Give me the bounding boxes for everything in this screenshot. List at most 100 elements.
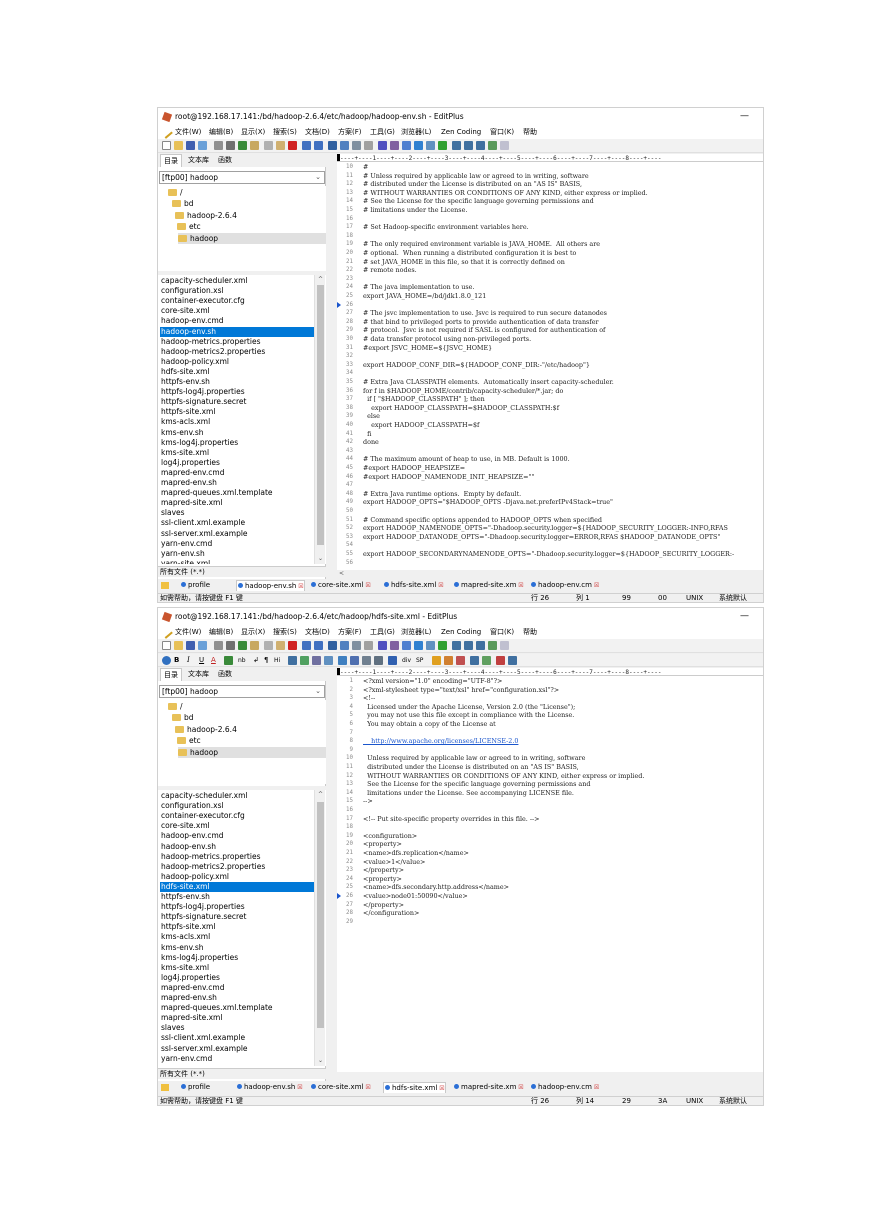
toolbar-more-icon[interactable] <box>508 656 517 665</box>
tree-node-hadoop-2.6.4[interactable]: hadoop-2.6.4 <box>175 724 237 735</box>
menu-file[interactable]: 文件(W) <box>175 625 201 639</box>
preview-icon[interactable] <box>470 656 479 665</box>
file-list-item[interactable]: yarn-env.cmd <box>160 1054 323 1064</box>
file-list-item[interactable]: hadoop-env.sh <box>160 842 323 852</box>
file-list-item[interactable]: hadoop-policy.xml <box>160 357 323 367</box>
cut-icon[interactable] <box>250 641 259 650</box>
menu-browser[interactable]: 浏览器(L) <box>401 125 431 139</box>
menu-search[interactable]: 搜索(S) <box>273 625 297 639</box>
heading-button[interactable]: Hi <box>274 654 280 667</box>
menu-edit[interactable]: 编辑(B) <box>209 125 233 139</box>
validate-icon[interactable] <box>482 656 491 665</box>
close-tab-icon[interactable]: ☒ <box>296 583 303 590</box>
check-icon[interactable] <box>438 141 447 150</box>
font-icon[interactable] <box>378 141 387 150</box>
file-list-item[interactable]: log4j.properties <box>160 458 323 468</box>
file-list-item[interactable]: configuration.xsl <box>160 286 323 296</box>
doc-tab[interactable]: profile <box>180 580 210 591</box>
doc-tab[interactable]: hadoop-env.sh ☒ <box>236 1082 303 1093</box>
file-list-item[interactable]: httpfs-log4j.properties <box>160 387 323 397</box>
tab-directory[interactable]: 目录 <box>160 154 182 167</box>
scroll-up-icon[interactable]: ^ <box>315 275 326 285</box>
file-list-item[interactable]: capacity-scheduler.xml <box>160 791 323 801</box>
file-filter[interactable]: 所有文件 (*.*) <box>158 1068 326 1079</box>
line-number-icon[interactable] <box>414 641 423 650</box>
file-list-item[interactable]: kms-log4j.properties <box>160 438 323 448</box>
ruler-icon[interactable] <box>426 141 435 150</box>
file-list-item[interactable]: mapred-site.xml <box>160 498 323 508</box>
tree-node-hadoop-2.6.4[interactable]: hadoop-2.6.4 <box>175 210 237 221</box>
doc-tab[interactable]: profile <box>180 1082 210 1093</box>
window-cascade-icon[interactable] <box>464 141 473 150</box>
script-icon[interactable] <box>444 656 453 665</box>
doc-tab[interactable]: core-site.xml ☒ <box>310 1082 371 1093</box>
file-list-item[interactable]: kms-log4j.properties <box>160 953 323 963</box>
link-icon[interactable] <box>300 656 309 665</box>
anchor-icon[interactable] <box>324 656 333 665</box>
window-tile-icon[interactable] <box>452 641 461 650</box>
file-list-item[interactable]: hadoop-policy.xml <box>160 872 323 882</box>
close-tab-icon[interactable]: ☒ <box>363 1084 370 1091</box>
tab-functions[interactable]: 函数 <box>215 668 235 681</box>
file-filter[interactable]: 所有文件 (*.*) <box>158 566 326 577</box>
code-editor[interactable]: ----+----1----+----2----+----3----+----4… <box>337 154 763 570</box>
find-icon[interactable] <box>328 141 337 150</box>
file-list-item[interactable]: kms-env.sh <box>160 943 323 953</box>
span-button[interactable]: SP <box>416 654 423 667</box>
close-tab-icon[interactable]: ☒ <box>295 1084 302 1091</box>
color-icon[interactable] <box>456 656 465 665</box>
doc-tab[interactable]: hdfs-site.xml ☒ <box>383 1082 446 1093</box>
copy-icon[interactable] <box>264 141 273 150</box>
find-icon[interactable] <box>328 641 337 650</box>
font-icon[interactable] <box>378 641 387 650</box>
file-list-item[interactable]: core-site.xml <box>160 821 323 831</box>
copy-icon[interactable] <box>264 641 273 650</box>
underline-button[interactable]: U <box>199 654 204 667</box>
paragraph-button[interactable]: ¶ <box>264 654 268 667</box>
tree-node-etc[interactable]: etc <box>177 735 201 746</box>
menu-project[interactable]: 方案(F) <box>338 125 362 139</box>
file-list-item[interactable]: log4j.properties <box>160 973 323 983</box>
file-list-item[interactable]: capacity-scheduler.xml <box>160 276 323 286</box>
menu-window[interactable]: 窗口(K) <box>490 125 514 139</box>
scrollbar-thumb[interactable] <box>317 285 324 545</box>
file-list-item[interactable]: mapred-queues.xml.template <box>160 488 323 498</box>
code-area[interactable]: 10 #11 # Unless required by applicable law… <box>337 163 763 570</box>
textarea-icon[interactable] <box>350 656 359 665</box>
line-number-icon[interactable] <box>414 141 423 150</box>
close-tab-icon[interactable]: ☒ <box>437 1085 444 1092</box>
file-list-item[interactable]: httpfs-signature.secret <box>160 912 323 922</box>
save-all-icon[interactable] <box>198 141 207 150</box>
file-list-item[interactable]: kms-acls.xml <box>160 417 323 427</box>
close-tab-icon[interactable]: ☒ <box>516 582 523 589</box>
paste-icon[interactable] <box>276 141 285 150</box>
menu-file[interactable]: 文件(W) <box>175 125 201 139</box>
code-editor[interactable]: ----+----1----+----2----+----3----+----4… <box>337 668 763 1072</box>
menu-view[interactable]: 显示(X) <box>241 625 265 639</box>
form-icon[interactable] <box>338 656 347 665</box>
file-list-item[interactable]: ssl-client.xml.example <box>160 518 323 528</box>
cut-icon[interactable] <box>250 141 259 150</box>
cliptext-icon[interactable] <box>476 641 485 650</box>
menu-zen-coding[interactable]: Zen Coding <box>441 125 481 139</box>
file-list-item[interactable]: hadoop-env.cmd <box>160 831 323 841</box>
file-list-item[interactable]: hdfs-site.xml <box>160 367 323 377</box>
file-list-item[interactable]: hadoop-metrics.properties <box>160 852 323 862</box>
goto-icon[interactable] <box>352 641 361 650</box>
menu-project[interactable]: 方案(F) <box>338 625 362 639</box>
file-list-item[interactable]: slaves <box>160 508 323 518</box>
save-icon[interactable] <box>186 141 195 150</box>
tree-node-hadoop[interactable]: hadoop <box>178 747 326 758</box>
ruler-icon[interactable] <box>426 641 435 650</box>
browser-icon[interactable] <box>488 641 497 650</box>
file-list-item[interactable]: httpfs-site.xml <box>160 407 323 417</box>
save-icon[interactable] <box>186 641 195 650</box>
list-icon[interactable] <box>374 656 383 665</box>
tree-node-hadoop[interactable]: hadoop <box>178 233 326 244</box>
file-list-item[interactable]: mapred-env.sh <box>160 478 323 488</box>
hex-icon[interactable] <box>390 141 399 150</box>
close-tab-icon[interactable]: ☒ <box>363 582 370 589</box>
delete-icon[interactable] <box>288 141 297 150</box>
file-list-item[interactable]: container-executor.cfg <box>160 811 323 821</box>
print-preview-icon[interactable] <box>214 641 223 650</box>
